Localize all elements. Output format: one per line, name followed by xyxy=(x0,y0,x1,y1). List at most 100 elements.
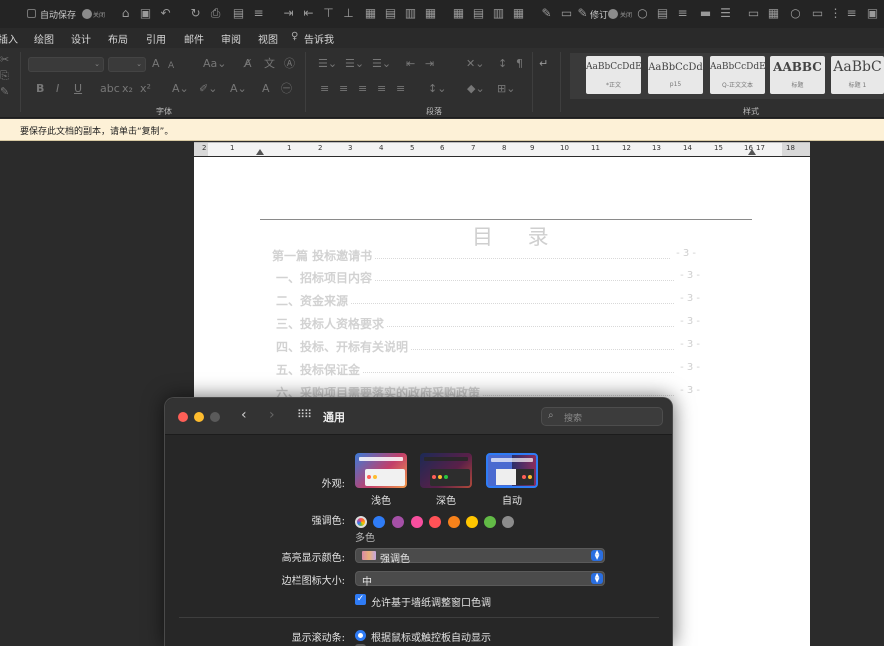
tab-layout[interactable]: 布局 xyxy=(108,31,128,46)
spacing-icon[interactable]: ≡ xyxy=(845,7,858,20)
borders-icon[interactable]: ⊞⌄ xyxy=(497,83,515,95)
accent-pink[interactable] xyxy=(411,516,423,528)
phonetic-icon[interactable]: 文 xyxy=(264,58,275,70)
font-color-icon[interactable]: A⌄ xyxy=(230,83,247,95)
style-body-text[interactable]: AaBbCcDdEe Q-正文文本 xyxy=(710,56,765,94)
cells-icon[interactable]: ▦ xyxy=(452,7,465,20)
style-heading-1[interactable]: AaBbC 标题 1 xyxy=(831,56,884,94)
merge-icon[interactable]: ▤ xyxy=(472,7,485,20)
comment-icon[interactable]: ▭ xyxy=(560,7,573,20)
style-normal[interactable]: AaBbCcDdEe *正文 xyxy=(586,56,641,94)
layout-icon[interactable]: ▤ xyxy=(384,7,397,20)
style-p15[interactable]: AaBbCcDd p15 xyxy=(648,56,703,94)
cut-icon[interactable]: ✂ xyxy=(0,54,9,66)
font-name-dropdown[interactable]: ⌄ xyxy=(28,57,104,72)
font-size-dropdown[interactable]: ⌄ xyxy=(108,57,146,72)
track-changes-icon[interactable]: ✎ xyxy=(576,7,589,20)
shading-icon[interactable]: ◆⌄ xyxy=(467,83,485,95)
tile-icon[interactable]: ▦ xyxy=(767,7,780,20)
accent-blue[interactable] xyxy=(373,516,385,528)
bold-button[interactable]: B xyxy=(36,83,44,95)
close-button[interactable] xyxy=(178,412,188,422)
forward-icon[interactable]: › xyxy=(269,407,275,423)
list-icon[interactable]: ≡ xyxy=(676,7,689,20)
toc-entry[interactable]: 四、投标、开标有关说明 - 3 - xyxy=(276,338,700,356)
ellipse-icon[interactable]: ○ xyxy=(789,7,802,20)
bold-icon[interactable]: ▤ xyxy=(232,7,245,20)
copy-icon[interactable]: ⎘ xyxy=(0,70,9,82)
chinese-layout-icon[interactable]: ✕⌄ xyxy=(466,58,484,70)
clear-format-icon[interactable]: A̸ xyxy=(244,58,252,70)
columns-icon[interactable]: ▥ xyxy=(404,7,417,20)
grid-view-icon[interactable]: ⠿⠿ xyxy=(297,408,312,421)
sort-icon[interactable]: ↕ xyxy=(498,58,507,70)
search-field[interactable]: ⌕ 搜索 xyxy=(541,407,663,426)
text-effects-icon[interactable]: A⌄ xyxy=(172,83,189,95)
paragraph-mark-icon[interactable]: ↵ xyxy=(539,58,548,70)
shrink-font-icon[interactable]: A xyxy=(168,60,174,72)
enclose-icon[interactable]: ㊀ xyxy=(281,83,292,95)
outdent-icon[interactable]: ⇤ xyxy=(302,7,315,20)
multilevel-icon[interactable]: ☰⌄ xyxy=(372,58,391,70)
accent-red[interactable] xyxy=(429,516,441,528)
char-border-icon[interactable]: Ⓐ xyxy=(284,58,295,70)
text-box-icon[interactable]: ▤ xyxy=(656,7,669,20)
autosave-checkbox[interactable] xyxy=(27,9,36,18)
format-painter-icon[interactable]: ✎ xyxy=(540,7,553,20)
increase-indent-icon[interactable]: ⇥ xyxy=(425,58,434,70)
rect-icon[interactable]: ▭ xyxy=(811,7,824,20)
table-icon[interactable]: ▦ xyxy=(364,7,377,20)
toc-entry[interactable]: 五、投标保证金 - 3 - xyxy=(276,361,700,379)
accent-yellow[interactable] xyxy=(466,516,478,528)
appearance-auto-option[interactable] xyxy=(486,453,538,488)
autosave-toggle[interactable] xyxy=(82,9,92,19)
tab-view[interactable]: 视图 xyxy=(258,31,278,46)
style-title[interactable]: AABBC 标题 xyxy=(770,56,825,94)
circle-icon[interactable]: ○ xyxy=(636,7,649,20)
tab-draw[interactable]: 绘图 xyxy=(34,31,54,46)
appearance-dark-option[interactable] xyxy=(420,453,472,488)
box-icon[interactable]: ▣ xyxy=(866,7,879,20)
right-indent-marker[interactable] xyxy=(748,149,756,155)
rows-icon[interactable]: ☰ xyxy=(719,7,732,20)
zoom-button[interactable] xyxy=(210,412,220,422)
grid-icon[interactable]: ▦ xyxy=(424,7,437,20)
align-left-icon[interactable]: ≡ xyxy=(320,83,329,95)
tab-design[interactable]: 设计 xyxy=(71,31,91,46)
tab-mailings[interactable]: 邮件 xyxy=(184,31,204,46)
align-center-icon[interactable]: ≡ xyxy=(339,83,348,95)
bullets-icon[interactable]: ☰⌄ xyxy=(318,58,337,70)
highlight-popup[interactable]: 强调色 ▲ ▼ xyxy=(355,548,605,565)
toc-entry[interactable]: 三、投标人资格要求 - 3 - xyxy=(276,315,700,333)
accent-multicolor[interactable] xyxy=(355,516,367,528)
superscript-icon[interactable]: x² xyxy=(140,83,151,95)
accent-orange[interactable] xyxy=(448,516,460,528)
undo-icon[interactable]: ↶ xyxy=(159,7,172,20)
sidebar-size-popup[interactable]: 中 ▲ ▼ xyxy=(355,571,605,588)
home-icon[interactable]: ⌂ xyxy=(119,7,132,20)
minimize-button[interactable] xyxy=(194,412,204,422)
ruler-icon[interactable]: ▭ xyxy=(747,7,760,20)
indent-marker[interactable] xyxy=(256,149,264,155)
numbering-icon[interactable]: ☰⌄ xyxy=(345,58,364,70)
accent-purple[interactable] xyxy=(392,516,404,528)
accent-graphite[interactable] xyxy=(502,516,514,528)
ruler[interactable]: 2 1 1 2 3 4 5 6 7 8 9 10 11 12 13 14 15 … xyxy=(194,142,810,156)
show-marks-icon[interactable]: ¶ xyxy=(516,58,523,70)
underline-button[interactable]: U xyxy=(74,83,82,95)
appearance-light-option[interactable] xyxy=(355,453,407,488)
sheet-icon[interactable]: ▦ xyxy=(512,7,525,20)
toc-entry[interactable]: 一、招标项目内容 - 3 - xyxy=(276,269,700,287)
bar-icon[interactable]: ▬ xyxy=(699,7,712,20)
track-toggle[interactable] xyxy=(608,9,618,19)
line-spacing-icon[interactable]: ↕⌄ xyxy=(428,83,446,95)
char-shading-icon[interactable]: A xyxy=(262,83,270,95)
save-icon[interactable]: ▣ xyxy=(139,7,152,20)
tab-insert[interactable]: 插入 xyxy=(0,31,18,46)
grow-font-icon[interactable]: A xyxy=(152,58,160,70)
more-icon[interactable]: ⋮ xyxy=(829,7,842,20)
align-right-icon[interactable]: ≡ xyxy=(358,83,367,95)
tab-review[interactable]: 审阅 xyxy=(221,31,241,46)
tell-me[interactable]: 告诉我 xyxy=(304,31,334,46)
accent-green[interactable] xyxy=(484,516,496,528)
